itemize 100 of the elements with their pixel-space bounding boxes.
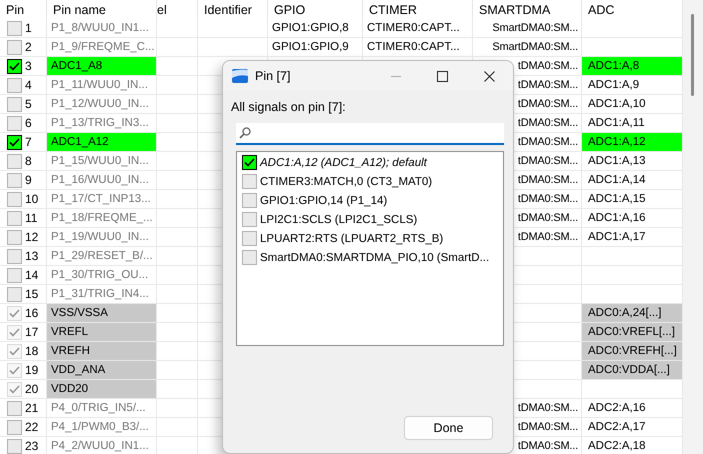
scrollbar[interactable] <box>683 0 703 454</box>
checkbox[interactable] <box>7 116 22 130</box>
check-icon <box>9 346 20 356</box>
pin-name-cell: P1_29/RESET_B/... <box>47 247 157 266</box>
checkbox[interactable] <box>242 212 257 227</box>
pin-number: 5 <box>25 97 32 111</box>
table-cell: CTIMER0:CAPT... <box>363 19 473 38</box>
pin-number: 22 <box>25 420 38 434</box>
pin-number: 18 <box>25 344 38 358</box>
pin-number: 3 <box>25 59 32 73</box>
pin-number: 16 <box>25 306 38 320</box>
check-icon <box>9 62 20 70</box>
pin-name-cell: P1_11/WUU0_IN... <box>47 76 157 95</box>
pin-number: 14 <box>25 268 38 282</box>
checkbox[interactable] <box>242 174 257 189</box>
check-icon <box>9 138 20 146</box>
pin-number: 20 <box>25 382 38 396</box>
pin-number: 10 <box>25 192 38 206</box>
pin-number: 11 <box>25 211 38 225</box>
pin-name-cell: P1_13/TRIG_IN3... <box>47 114 157 133</box>
column-header[interactable]: Pin <box>0 0 47 19</box>
adc-cell: ADC1:A,13 <box>582 152 683 171</box>
checkbox[interactable] <box>7 96 22 112</box>
pin-name-cell: VDD20 <box>47 380 157 399</box>
pin-name-cell: P4_0/TRIG_IN5/... <box>47 399 157 418</box>
search-icon <box>239 127 251 139</box>
pin-number: 19 <box>25 363 38 377</box>
checkbox[interactable] <box>7 230 22 244</box>
adc-cell: ADC1:A,15 <box>582 190 683 209</box>
checkbox[interactable] <box>7 192 22 206</box>
check-icon <box>244 158 255 167</box>
table-cell: SmartDMA0:SM... <box>473 19 582 38</box>
window-title: Pin [7] <box>255 69 292 83</box>
checkbox[interactable] <box>7 58 22 74</box>
pin-number: 7 <box>25 135 32 149</box>
app-icon <box>232 69 248 83</box>
pin-number: 9 <box>25 173 32 187</box>
checkbox[interactable] <box>7 286 22 302</box>
checkbox[interactable] <box>242 250 257 265</box>
pin-name-cell: P1_18/FREQME_... <box>47 209 157 228</box>
table-cell: GPIO1:GPIO,8 <box>268 19 363 38</box>
checkbox[interactable] <box>7 248 22 264</box>
check-icon <box>9 328 20 336</box>
pin-name-cell: ADC1_A8 <box>47 57 157 76</box>
signal-label[interactable]: LPUART2:RTS (LPUART2_RTS_B) <box>260 232 444 244</box>
pin-number: 12 <box>25 230 38 244</box>
pin-name-cell: P4_1/PWM0_B3/... <box>47 418 157 437</box>
table-cell: CTIMER0:CAPT... <box>363 38 473 57</box>
adc-cell: ADC1:A,16 <box>582 209 683 228</box>
pin-name-cell: P1_9/FREQME_C... <box>47 38 157 57</box>
adc-cell: ADC2:A,16 <box>582 399 683 418</box>
checkbox[interactable] <box>7 40 22 54</box>
checkbox[interactable] <box>7 420 22 434</box>
signal-label[interactable]: ADC1:A,12 (ADC1_A12); default <box>260 156 427 168</box>
pin-number: 21 <box>25 401 38 415</box>
pin-name-cell: VDD_ANA <box>47 361 157 380</box>
pin-name-cell: P1_16/WUU0_IN... <box>47 171 157 190</box>
checkbox[interactable] <box>7 268 22 282</box>
maximize-icon <box>437 70 448 82</box>
checkbox[interactable] <box>7 438 22 454</box>
pin-name-cell: P1_15/WUU0_IN... <box>47 152 157 171</box>
signal-label[interactable]: LPI2C1:SCLS (LPI2C1_SCLS) <box>260 214 418 226</box>
checkbox[interactable] <box>7 20 22 36</box>
pin-number: 15 <box>25 287 38 301</box>
check-icon <box>9 308 20 318</box>
pin-name-cell: P1_19/WUU0_IN... <box>47 228 157 247</box>
checkbox[interactable] <box>7 78 22 92</box>
signals-label: All signals on pin [7]: <box>231 100 347 114</box>
signal-label[interactable]: SmartDMA0:SMARTDMA_PIO,10 (SmartD... <box>260 252 490 264</box>
pin-name-cell: P1_12/WUU0_IN... <box>47 95 157 114</box>
pin-name-cell: P1_31/TRIG_IN4... <box>47 285 157 304</box>
done-button[interactable]: Done <box>404 416 493 440</box>
checkbox[interactable] <box>242 155 257 170</box>
signal-label[interactable]: GPIO1:GPIO,14 (P1_14) <box>260 194 388 206</box>
table-cell: SmartDMA0:SM... <box>473 38 582 57</box>
pin-name-cell: VREFL <box>47 323 157 342</box>
pin-number: 23 <box>25 439 38 453</box>
adc-cell: ADC1:A,11 <box>582 114 683 133</box>
check-icon <box>9 384 20 394</box>
signal-label[interactable]: CTIMER3:MATCH,0 (CT3_MAT0) <box>260 176 432 188</box>
adc-cell: ADC1:A,14 <box>582 171 683 190</box>
search-field[interactable] <box>236 123 504 145</box>
pin-number: 6 <box>25 116 32 130</box>
checkbox[interactable] <box>7 154 22 168</box>
checkbox[interactable] <box>7 172 22 188</box>
checkbox[interactable] <box>7 400 22 416</box>
pin-number: 1 <box>25 21 32 35</box>
adc-cell: ADC1:A,12 <box>582 133 683 152</box>
pin-name-cell: P1_30/TRIG_OU... <box>47 266 157 285</box>
adc-cell: ADC1:A,9 <box>582 76 683 95</box>
adc-cell: ADC1:A,10 <box>582 95 683 114</box>
checkbox[interactable] <box>242 193 257 208</box>
pin-name-cell: VREFH <box>47 342 157 361</box>
adc-cell: ADC2:A,17 <box>582 418 683 437</box>
checkbox[interactable] <box>7 134 22 150</box>
table-cell: GPIO1:GPIO,9 <box>268 38 363 57</box>
pin-name-cell: P1_17/CT_INP13... <box>47 190 157 209</box>
adc-cell: ADC1:A,8 <box>582 57 683 76</box>
checkbox[interactable] <box>7 210 22 226</box>
checkbox[interactable] <box>242 231 257 246</box>
